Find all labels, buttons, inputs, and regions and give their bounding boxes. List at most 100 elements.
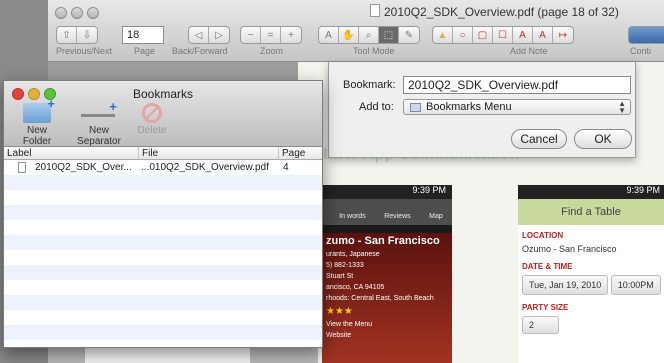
restaurant-details: zumo - San Francisco urants, Japanese 5)… xyxy=(322,233,452,363)
zoom-tool-icon[interactable]: ⌕ xyxy=(359,27,379,43)
highlight-icon[interactable]: ▲ xyxy=(433,27,453,43)
strikethrough-icon[interactable]: A xyxy=(533,27,553,43)
back-button[interactable]: ◁ xyxy=(189,27,209,43)
add-note-group: ▲ ○ ▢ ☐ A A ↦ xyxy=(432,26,574,44)
new-folder-label: New Folder xyxy=(22,125,52,147)
phone-status-bar: 9:39 PM xyxy=(518,185,664,199)
bookmark-name-input[interactable]: 2010Q2_SDK_Overview.pdf xyxy=(403,76,631,94)
rectangle-annotation-icon[interactable]: ▢ xyxy=(473,27,493,43)
window-title: 2010Q2_SDK_Overview.pdf (page 18 of 32) xyxy=(384,5,619,19)
continuous-scroll-button[interactable] xyxy=(628,26,664,44)
table-row xyxy=(4,235,322,250)
bookmarks-titlebar: Bookmarks New Folder New Separator Delet… xyxy=(4,81,322,147)
add-to-value: Bookmarks Menu xyxy=(426,101,512,113)
new-folder-button[interactable]: New Folder xyxy=(12,96,62,147)
date-picker: Tue, Jan 19, 2010 xyxy=(522,275,609,295)
new-separator-button[interactable]: New Separator xyxy=(66,99,132,147)
text-annotation-icon[interactable]: A xyxy=(513,27,533,43)
actual-size-icon[interactable]: = xyxy=(261,27,281,43)
page-number-field[interactable]: 18 xyxy=(122,26,164,44)
bookmarks-list: 2010Q2_SDK_Over... ...010Q2_SDK_Overview… xyxy=(4,160,322,340)
add-to-label: Add to: xyxy=(359,101,394,113)
select-tool-icon[interactable]: ⬚ xyxy=(379,27,399,43)
next-page-button[interactable]: ⇩ xyxy=(77,27,97,43)
new-folder-icon xyxy=(23,96,55,123)
tool-mode-group: A ✋ ⌕ ⬚ ✎ xyxy=(318,26,420,44)
table-row xyxy=(4,295,322,310)
oval-annotation-icon[interactable]: ○ xyxy=(453,27,473,43)
table-row[interactable]: 2010Q2_SDK_Over... ...010Q2_SDK_Overview… xyxy=(4,160,322,175)
restaurant-city: ancisco, CA 94105 xyxy=(326,284,385,291)
pencil-tool-icon[interactable]: ✎ xyxy=(399,27,419,43)
arrow-annotation-icon[interactable]: ↦ xyxy=(553,27,573,43)
table-row xyxy=(4,190,322,205)
restaurant-phone: 5) 882-1333 xyxy=(326,262,364,269)
table-row xyxy=(4,220,322,235)
column-header-page[interactable]: Page xyxy=(279,147,322,160)
phone-screenshot-restaurant: 9:39 PM In words Reviews Map zumo - San … xyxy=(322,185,452,363)
add-to-select[interactable]: Bookmarks Menu ▲ ▼ xyxy=(403,99,631,115)
time-picker: 10:00PM xyxy=(610,275,661,295)
column-header-file[interactable]: File xyxy=(139,147,279,160)
find-table-header: Find a Table xyxy=(518,199,664,225)
zoom-group: − = + xyxy=(240,26,302,44)
document-icon xyxy=(370,4,380,17)
forward-button[interactable]: ▷ xyxy=(209,27,229,43)
new-separator-icon xyxy=(81,99,117,123)
restaurant-street: Stuart St xyxy=(326,273,354,280)
location-value: Ozumo - San Francisco xyxy=(522,244,617,254)
previous-page-button[interactable]: ⇧ xyxy=(57,27,77,43)
rating-stars-icon: ★★★ xyxy=(326,306,353,317)
zoom-in-icon[interactable]: + xyxy=(281,27,301,43)
table-row xyxy=(4,310,322,325)
bookmarks-panel: Bookmarks New Folder New Separator Delet… xyxy=(3,80,323,348)
zoom-button[interactable] xyxy=(87,7,99,19)
website-link: Website xyxy=(326,332,352,339)
restaurant-cuisine: urants, Japanese xyxy=(326,251,380,258)
zoom-label: Zoom xyxy=(260,46,284,56)
new-separator-label: New Separator xyxy=(77,125,121,147)
phone-screenshot-reservation: 9:39 PM Find a Table LOCATION Ozumo - Sa… xyxy=(518,185,664,363)
table-row xyxy=(4,205,322,220)
bookmark-file-cell: ...010Q2_SDK_Overview.pdf xyxy=(141,162,269,173)
table-row xyxy=(4,325,322,340)
phone-tabs: In words Reviews Map xyxy=(322,199,452,225)
table-row xyxy=(4,175,322,190)
delete-label: Delete xyxy=(137,125,167,136)
chevron-updown-icon: ▲ ▼ xyxy=(618,99,626,115)
close-button[interactable] xyxy=(55,7,67,19)
restaurant-name: zumo - San Francisco xyxy=(326,235,440,247)
datetime-label: DATE & TIME xyxy=(522,262,573,271)
phone-tab: Reviews xyxy=(384,213,411,220)
prev-next-label: Previous/Next xyxy=(56,46,113,56)
back-forward-group: ◁ ▷ xyxy=(188,26,230,44)
text-tool-icon[interactable]: A xyxy=(319,27,339,43)
prev-next-group: ⇧ ⇩ xyxy=(56,26,98,44)
delete-button[interactable]: Delete xyxy=(134,103,170,136)
zoom-out-icon[interactable]: − xyxy=(241,27,261,43)
delete-icon xyxy=(142,103,162,123)
page-label: Page xyxy=(134,46,156,56)
bookmark-label: Bookmark: xyxy=(343,79,396,91)
back-forward-label: Back/Forward xyxy=(172,46,228,56)
phone-tab: In words xyxy=(339,213,366,220)
note-icon[interactable]: ☐ xyxy=(493,27,513,43)
tool-mode-label: Tool Mode xyxy=(353,46,395,56)
menu-link: View the Menu xyxy=(326,321,373,328)
table-row xyxy=(4,265,322,280)
continuous-label: Conti xyxy=(630,46,652,56)
ok-button[interactable]: OK xyxy=(574,129,632,149)
cancel-button[interactable]: Cancel xyxy=(511,129,567,149)
phone-status-bar: 9:39 PM xyxy=(322,185,452,199)
restaurant-neighborhoods: rhoods: Central East, South Beach xyxy=(326,295,434,302)
window-toolbar: 2010Q2_SDK_Overview.pdf (page 18 of 32) … xyxy=(48,0,664,62)
bookmarks-table-header: Label File Page xyxy=(4,147,322,160)
location-label: LOCATION xyxy=(522,231,564,240)
add-note-label: Add Note xyxy=(510,46,548,56)
column-header-label[interactable]: Label xyxy=(4,147,139,160)
minimize-button[interactable] xyxy=(71,7,83,19)
bookmark-page-cell: 4 xyxy=(283,162,289,173)
party-size-picker: 2 xyxy=(522,316,560,334)
move-tool-icon[interactable]: ✋ xyxy=(339,27,359,43)
table-row xyxy=(4,250,322,265)
